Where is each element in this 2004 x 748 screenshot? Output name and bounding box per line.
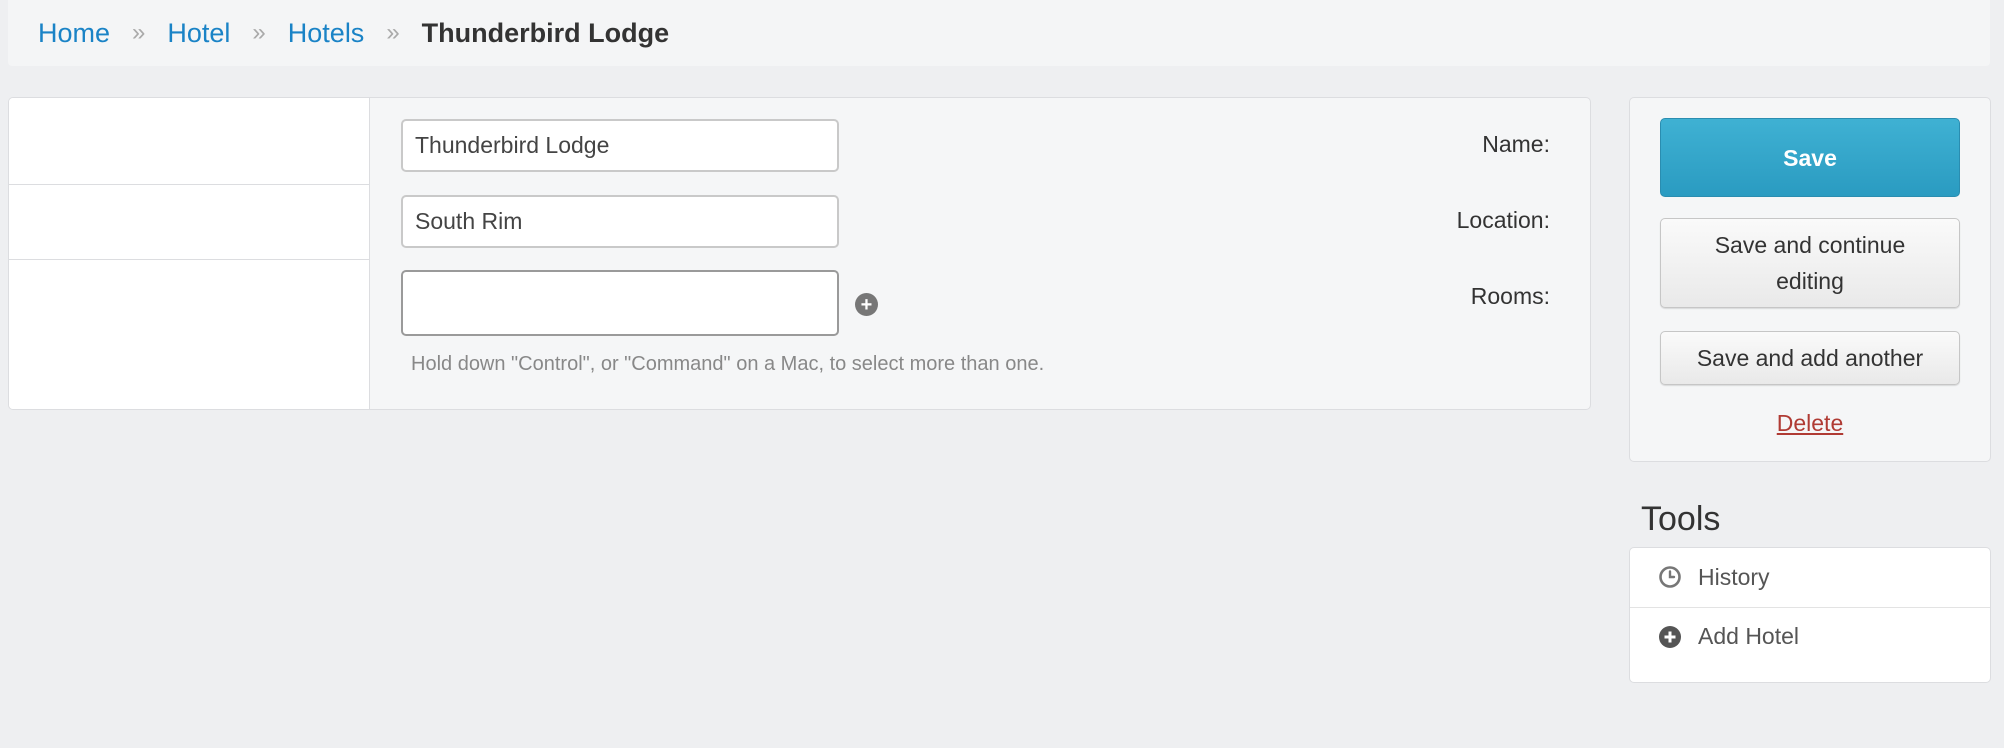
label-column <box>9 98 370 409</box>
row-divider <box>9 259 369 260</box>
hotel-form-panel: Name: Location: Rooms: + Hold down "Cont… <box>8 97 1591 410</box>
rooms-help-text: Hold down "Control", or "Command" on a M… <box>411 353 1045 375</box>
rooms-label: Rooms: <box>1470 283 1550 309</box>
clock-icon <box>1658 565 1682 589</box>
breadcrumb-home-link[interactable]: Home <box>38 18 110 49</box>
add-hotel-link[interactable]: Add Hotel <box>1630 607 1990 665</box>
rooms-multiselect[interactable] <box>401 270 839 336</box>
tools-heading: Tools <box>1641 500 1721 538</box>
name-label: Name: <box>1482 131 1550 157</box>
history-link[interactable]: History <box>1630 548 1990 606</box>
breadcrumb-separator: » <box>252 19 266 46</box>
breadcrumb-separator: » <box>386 19 400 46</box>
location-label: Location: <box>1456 207 1550 233</box>
save-and-continue-button[interactable]: Save and continue editing <box>1660 218 1960 308</box>
add-hotel-label: Add Hotel <box>1698 623 1800 649</box>
save-and-add-another-button[interactable]: Save and add another <box>1660 331 1960 385</box>
breadcrumb: Home » Hotel » Hotels » Thunderbird Lodg… <box>8 0 1990 66</box>
history-label: History <box>1698 563 1770 590</box>
add-room-plus-icon[interactable]: + <box>855 293 878 316</box>
submit-panel: Save Save and continue editing Save and … <box>1629 97 1991 462</box>
save-button[interactable]: Save <box>1660 118 1960 197</box>
breadcrumb-hotel-app-link[interactable]: Hotel <box>167 18 230 49</box>
location-input[interactable] <box>401 195 839 248</box>
name-input[interactable] <box>401 119 839 172</box>
tools-panel: History Add Hotel <box>1629 547 1991 683</box>
breadcrumb-current-page: Thunderbird Lodge <box>421 17 670 48</box>
plus-circle-icon <box>1658 625 1682 649</box>
row-divider <box>9 184 369 185</box>
breadcrumb-separator: » <box>132 19 146 46</box>
delete-link[interactable]: Delete <box>1630 410 1990 437</box>
breadcrumb-hotels-link[interactable]: Hotels <box>288 18 365 49</box>
